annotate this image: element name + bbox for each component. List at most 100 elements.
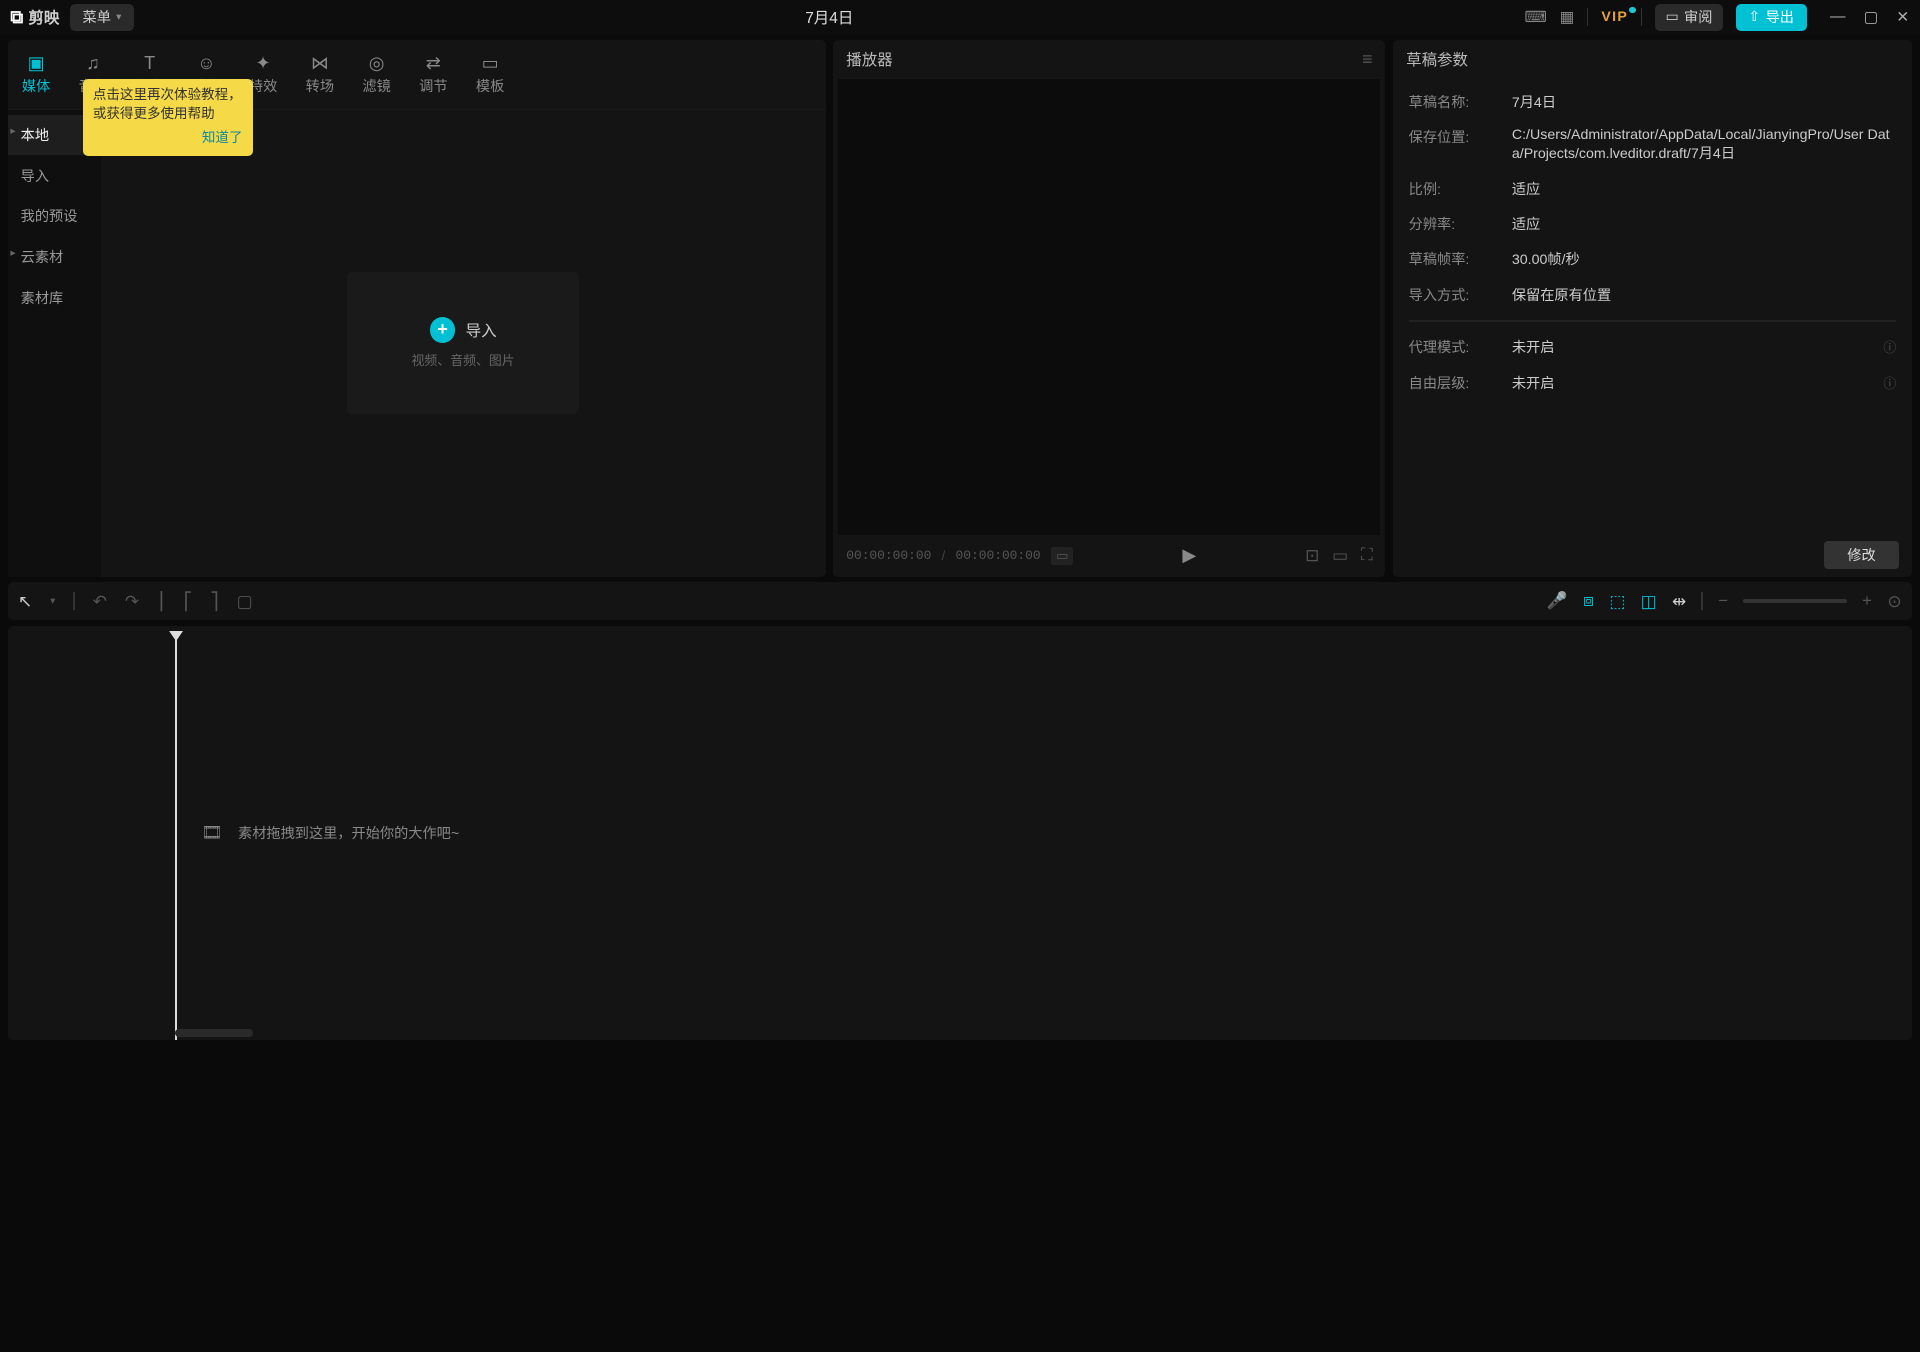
- import-subtext: 视频、音频、图片: [412, 350, 515, 369]
- export-button[interactable]: ⇧ 导出: [1736, 4, 1807, 32]
- help-tooltip: 点击这里再次体验教程，或获得更多使用帮助 知道了: [83, 79, 253, 156]
- shortcut-icon[interactable]: ⌨: [1524, 8, 1546, 27]
- sidebar-item-cloud[interactable]: 云素材: [8, 237, 101, 278]
- info-icon[interactable]: ⓘ: [1883, 337, 1896, 357]
- param-label: 导入方式:: [1409, 285, 1512, 305]
- timeline-hint-text: 素材拖拽到这里，开始你的大作吧~: [238, 823, 459, 843]
- delete-left-icon[interactable]: ⎡: [184, 591, 192, 612]
- media-stage: + 导入 视频、音频、图片: [101, 110, 826, 577]
- preview-icon[interactable]: ◫: [1641, 591, 1657, 612]
- timecode-current: 00:00:00:00: [846, 548, 931, 563]
- snapshot-icon[interactable]: ⊡: [1305, 545, 1319, 566]
- project-title: 7月4日: [144, 6, 1514, 28]
- import-label: 导入: [466, 319, 497, 341]
- params-body: 草稿名称:7月4日 保存位置:C:/Users/Administrator/Ap…: [1393, 79, 1912, 534]
- maximize-icon[interactable]: ▢: [1864, 8, 1879, 27]
- side-nav: 本地 导入 我的预设 云素材 素材库: [8, 110, 101, 577]
- chevron-down-icon[interactable]: ▾: [50, 595, 55, 607]
- app-name: 剪映: [28, 6, 59, 28]
- modify-button[interactable]: 修改: [1824, 541, 1899, 569]
- tooltip-ok-button[interactable]: 知道了: [93, 129, 243, 148]
- link-icon[interactable]: ⬚: [1609, 591, 1625, 612]
- select-tool-icon[interactable]: ↖: [18, 591, 32, 612]
- transition-icon: ⋈: [311, 53, 329, 74]
- main-area: ▣媒体 ♫音频 T文本 ☺贴纸 ✦特效 ⋈转场 ◎滤镜 ⇄调节 ▭模板 本地 导…: [0, 35, 1920, 582]
- tab-adjust[interactable]: ⇄调节: [405, 40, 462, 109]
- player-title: 播放器: [846, 48, 892, 70]
- chevron-down-icon: ▾: [116, 11, 121, 23]
- zoom-fit-icon[interactable]: ⊙: [1887, 591, 1901, 612]
- player-controls: 00:00:00:00 / 00:00:00:00 ▭ ▶ ⊡ ▭ ⛶: [833, 535, 1385, 576]
- mic-icon[interactable]: 🎤: [1547, 591, 1568, 611]
- param-label: 分辨率:: [1409, 214, 1512, 234]
- window-controls: — ▢ ✕: [1830, 8, 1909, 27]
- review-icon: ▭: [1665, 9, 1678, 25]
- freeze-icon[interactable]: ▢: [237, 591, 253, 612]
- fullscreen-icon[interactable]: ⛶: [1361, 545, 1373, 566]
- param-label: 比例:: [1409, 179, 1512, 199]
- tab-media[interactable]: ▣媒体: [8, 40, 65, 109]
- media-body: 本地 导入 我的预设 云素材 素材库 + 导入 视频、音频、图片: [8, 110, 826, 577]
- split-icon[interactable]: ⎮: [157, 591, 166, 612]
- vip-badge[interactable]: VIP: [1601, 9, 1628, 25]
- param-value: 7月4日: [1512, 92, 1896, 112]
- plus-icon: +: [430, 317, 456, 343]
- play-button[interactable]: ▶: [1084, 545, 1295, 566]
- info-icon[interactable]: ⓘ: [1883, 373, 1896, 393]
- text-icon: T: [144, 53, 155, 74]
- timeline[interactable]: 🎞 素材拖拽到这里，开始你的大作吧~: [8, 626, 1912, 1040]
- sidebar-item-library[interactable]: 素材库: [8, 277, 101, 318]
- menu-button[interactable]: 菜单 ▾: [70, 4, 135, 32]
- close-icon[interactable]: ✕: [1896, 8, 1909, 27]
- sidebar-item-import[interactable]: 导入: [8, 155, 101, 196]
- separator: [1701, 592, 1702, 610]
- timeline-scrollbar[interactable]: [175, 1029, 252, 1037]
- hamburger-icon[interactable]: ≡: [1362, 49, 1373, 70]
- zoom-in-icon[interactable]: +: [1862, 591, 1872, 611]
- sticker-icon: ☺: [197, 53, 215, 74]
- ratio-indicator[interactable]: ▭: [1051, 547, 1074, 566]
- tooltip-text: 点击这里再次体验教程，或获得更多使用帮助: [93, 86, 243, 124]
- param-label: 保存位置:: [1409, 127, 1512, 163]
- undo-icon[interactable]: ↶: [93, 591, 107, 612]
- media-icon: ▣: [28, 53, 45, 74]
- app-logo: ⧉ 剪映: [10, 6, 59, 28]
- tab-transition[interactable]: ⋈转场: [291, 40, 348, 109]
- param-value: 未开启: [1512, 337, 1884, 357]
- zoom-slider[interactable]: [1743, 599, 1846, 603]
- logo-icon: ⧉: [10, 7, 23, 28]
- ratio-icon[interactable]: ▭: [1332, 545, 1348, 566]
- params-panel: 草稿参数 草稿名称:7月4日 保存位置:C:/Users/Administrat…: [1393, 40, 1912, 577]
- review-button[interactable]: ▭ 审阅: [1655, 4, 1723, 32]
- layout-icon[interactable]: ▦: [1560, 8, 1575, 27]
- align-icon[interactable]: ⇹: [1672, 591, 1686, 612]
- param-value: 30.00帧/秒: [1512, 249, 1896, 269]
- zoom-out-icon[interactable]: −: [1718, 591, 1728, 611]
- playhead[interactable]: [175, 631, 176, 1040]
- film-icon: 🎞: [201, 823, 222, 843]
- param-value: 适应: [1512, 214, 1896, 234]
- minimize-icon[interactable]: —: [1830, 8, 1845, 27]
- timeline-toolbar: ↖ ▾ ↶ ↷ ⎮ ⎡ ⎤ ▢ 🎤 ⧈ ⬚ ◫ ⇹ − + ⊙: [8, 582, 1912, 621]
- audio-icon: ♫: [86, 53, 100, 74]
- param-value: C:/Users/Administrator/AppData/Local/Jia…: [1512, 127, 1896, 163]
- adjust-icon: ⇄: [426, 53, 441, 74]
- player-viewport[interactable]: [838, 79, 1380, 536]
- delete-right-icon[interactable]: ⎤: [210, 591, 218, 612]
- import-dropzone[interactable]: + 导入 视频、音频、图片: [347, 272, 579, 414]
- template-icon: ▭: [482, 53, 499, 74]
- magnet-icon[interactable]: ⧈: [1583, 591, 1594, 611]
- param-label: 代理模式:: [1409, 337, 1512, 357]
- sidebar-item-presets[interactable]: 我的预设: [8, 196, 101, 237]
- separator: [1641, 8, 1642, 26]
- menu-label: 菜单: [83, 7, 111, 27]
- timecode-total: 00:00:00:00: [956, 548, 1041, 563]
- tab-template[interactable]: ▭模板: [462, 40, 519, 109]
- timeline-hint: 🎞 素材拖拽到这里，开始你的大作吧~: [201, 823, 459, 843]
- tab-filter[interactable]: ◎滤镜: [348, 40, 405, 109]
- param-value: 未开启: [1512, 373, 1884, 393]
- titlebar: ⧉ 剪映 菜单 ▾ 7月4日 ⌨ ▦ VIP ▭ 审阅 ⇧ 导出 — ▢ ✕: [0, 0, 1920, 35]
- redo-icon[interactable]: ↷: [125, 591, 139, 612]
- titlebar-right: ⌨ ▦ VIP ▭ 审阅 ⇧ 导出 — ▢ ✕: [1524, 4, 1909, 32]
- player-panel: 播放器 ≡ 00:00:00:00 / 00:00:00:00 ▭ ▶ ⊡ ▭ …: [833, 40, 1385, 577]
